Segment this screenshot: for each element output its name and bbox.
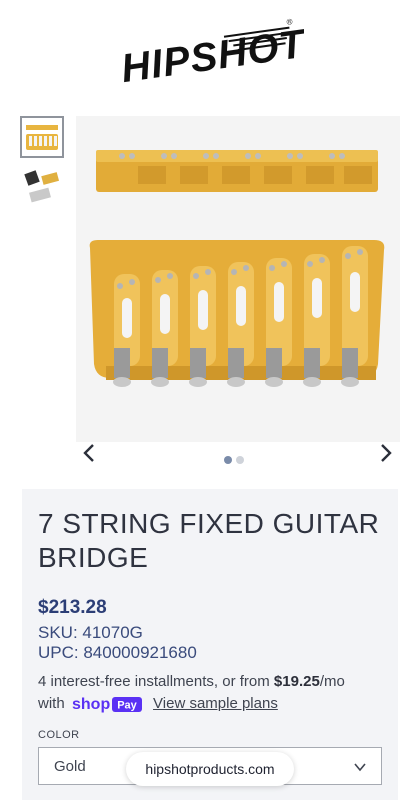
thumbnail-bridge-variants[interactable] xyxy=(20,166,64,208)
color-label: COLOR xyxy=(38,729,80,741)
bridge-top-view xyxy=(96,150,378,192)
svg-text:Pay: Pay xyxy=(117,700,137,712)
view-sample-plans-link[interactable]: View sample plans xyxy=(153,695,278,712)
gallery-dots xyxy=(224,451,248,469)
site-header: HIPSHOT ® xyxy=(0,0,420,110)
shop-pay-logo: shop Pay xyxy=(72,696,142,713)
thumbnail-bridge-gold[interactable] xyxy=(20,116,64,158)
installment-amount: $19.25 xyxy=(273,673,320,690)
domain-pill[interactable]: hipshotproducts.com xyxy=(126,752,294,786)
svg-text:shop: shop xyxy=(72,696,110,713)
installments-text: 4 interest-free installments, or from $1… xyxy=(38,673,345,714)
chevron-down-icon xyxy=(354,763,366,772)
thumbnail-list xyxy=(20,116,68,216)
svg-text:HIPSHOT: HIPSHOT xyxy=(119,21,304,90)
next-image-arrow[interactable] xyxy=(373,441,397,465)
bridge-front-view xyxy=(89,240,385,387)
product-sku: SKU: 41070G xyxy=(38,623,143,642)
product-upc: UPC: 840000921680 xyxy=(38,643,197,662)
product-image[interactable] xyxy=(76,116,400,442)
previous-image-arrow[interactable] xyxy=(78,441,102,465)
svg-text:®: ® xyxy=(286,17,293,27)
gallery-dot-1[interactable] xyxy=(224,456,232,464)
gallery-dot-2[interactable] xyxy=(236,456,244,464)
product-title: 7 STRING FIXED GUITAR BRIDGE xyxy=(38,508,380,573)
color-select-value: Gold xyxy=(54,758,86,775)
hipshot-logo[interactable]: HIPSHOT ® xyxy=(114,12,304,90)
product-price: $213.28 xyxy=(38,597,107,618)
